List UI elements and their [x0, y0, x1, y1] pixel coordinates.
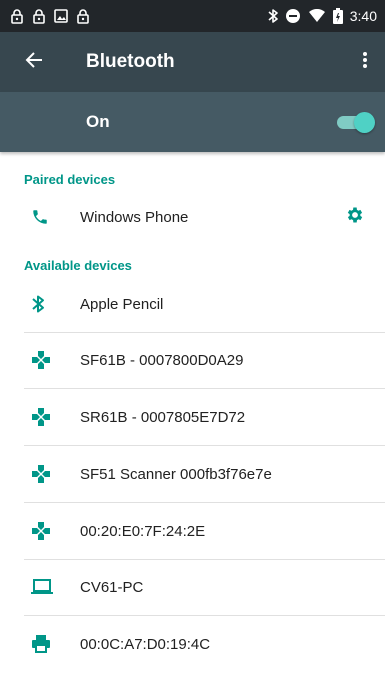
- status-right-icons: 3:40: [268, 8, 377, 24]
- lock-icon: [76, 8, 90, 24]
- available-devices-header: Available devices: [24, 258, 132, 273]
- gamepad-icon: [0, 350, 80, 370]
- status-left-icons: [10, 8, 90, 24]
- page-title: Bluetooth: [86, 51, 175, 72]
- gamepad-icon: [0, 521, 80, 541]
- battery-icon: [332, 8, 343, 24]
- paired-devices-header: Paired devices: [24, 172, 116, 187]
- overflow-menu-button[interactable]: [345, 32, 385, 92]
- switch-label: On: [86, 112, 110, 131]
- divider: [24, 502, 385, 503]
- bluetooth-icon: [0, 294, 80, 314]
- do-not-disturb-icon: [285, 8, 301, 24]
- device-row[interactable]: 00:20:E0:7F:24:2E: [0, 507, 385, 555]
- device-name: SF61B - 0007800D0A29: [80, 351, 244, 369]
- device-name: Windows Phone: [80, 208, 189, 226]
- laptop-icon: [0, 578, 80, 596]
- device-name: CV61-PC: [80, 578, 144, 596]
- image-icon: [54, 9, 68, 23]
- divider: [24, 445, 385, 446]
- bluetooth-icon: [268, 8, 278, 24]
- device-row[interactable]: Apple Pencil: [0, 280, 385, 328]
- arrow-back-icon: [25, 51, 43, 74]
- wifi-icon: [308, 9, 326, 23]
- bluetooth-toggle[interactable]: [335, 112, 375, 133]
- device-row[interactable]: SF51 Scanner 000fb3f76e7e: [0, 450, 385, 498]
- device-name: 00:0C:A7:D0:19:4C: [80, 635, 211, 653]
- toggle-thumb: [354, 112, 375, 133]
- status-bar: 3:40: [0, 0, 385, 32]
- bluetooth-switch-bar[interactable]: On: [0, 92, 385, 152]
- device-row[interactable]: SF61B - 0007800D0A29: [0, 336, 385, 384]
- lock-icon: [10, 8, 24, 24]
- lock-icon: [32, 8, 46, 24]
- phone-icon: [0, 208, 80, 226]
- device-name: SF51 Scanner 000fb3f76e7e: [80, 465, 272, 483]
- device-row[interactable]: 00:0C:A7:D0:19:4C: [0, 620, 385, 668]
- printer-icon: [0, 634, 80, 654]
- more-vert-icon: [362, 51, 368, 74]
- back-button[interactable]: [0, 32, 72, 92]
- device-name: 00:20:E0:7F:24:2E: [80, 522, 206, 540]
- paired-device-row[interactable]: Windows Phone: [0, 193, 385, 241]
- device-row[interactable]: CV61-PC: [0, 563, 385, 611]
- device-row[interactable]: SR61B - 0007805E7D72: [0, 393, 385, 441]
- divider: [24, 615, 385, 616]
- divider: [24, 559, 385, 560]
- gamepad-icon: [0, 407, 80, 427]
- divider: [24, 332, 385, 333]
- clock: 3:40: [349, 8, 377, 24]
- device-name: Apple Pencil: [80, 295, 164, 313]
- device-name: SR61B - 0007805E7D72: [80, 408, 246, 426]
- settings-gear-icon: [345, 205, 365, 230]
- gamepad-icon: [0, 464, 80, 484]
- divider: [24, 388, 385, 389]
- device-settings-button[interactable]: [325, 205, 385, 230]
- app-bar: Bluetooth: [0, 32, 385, 92]
